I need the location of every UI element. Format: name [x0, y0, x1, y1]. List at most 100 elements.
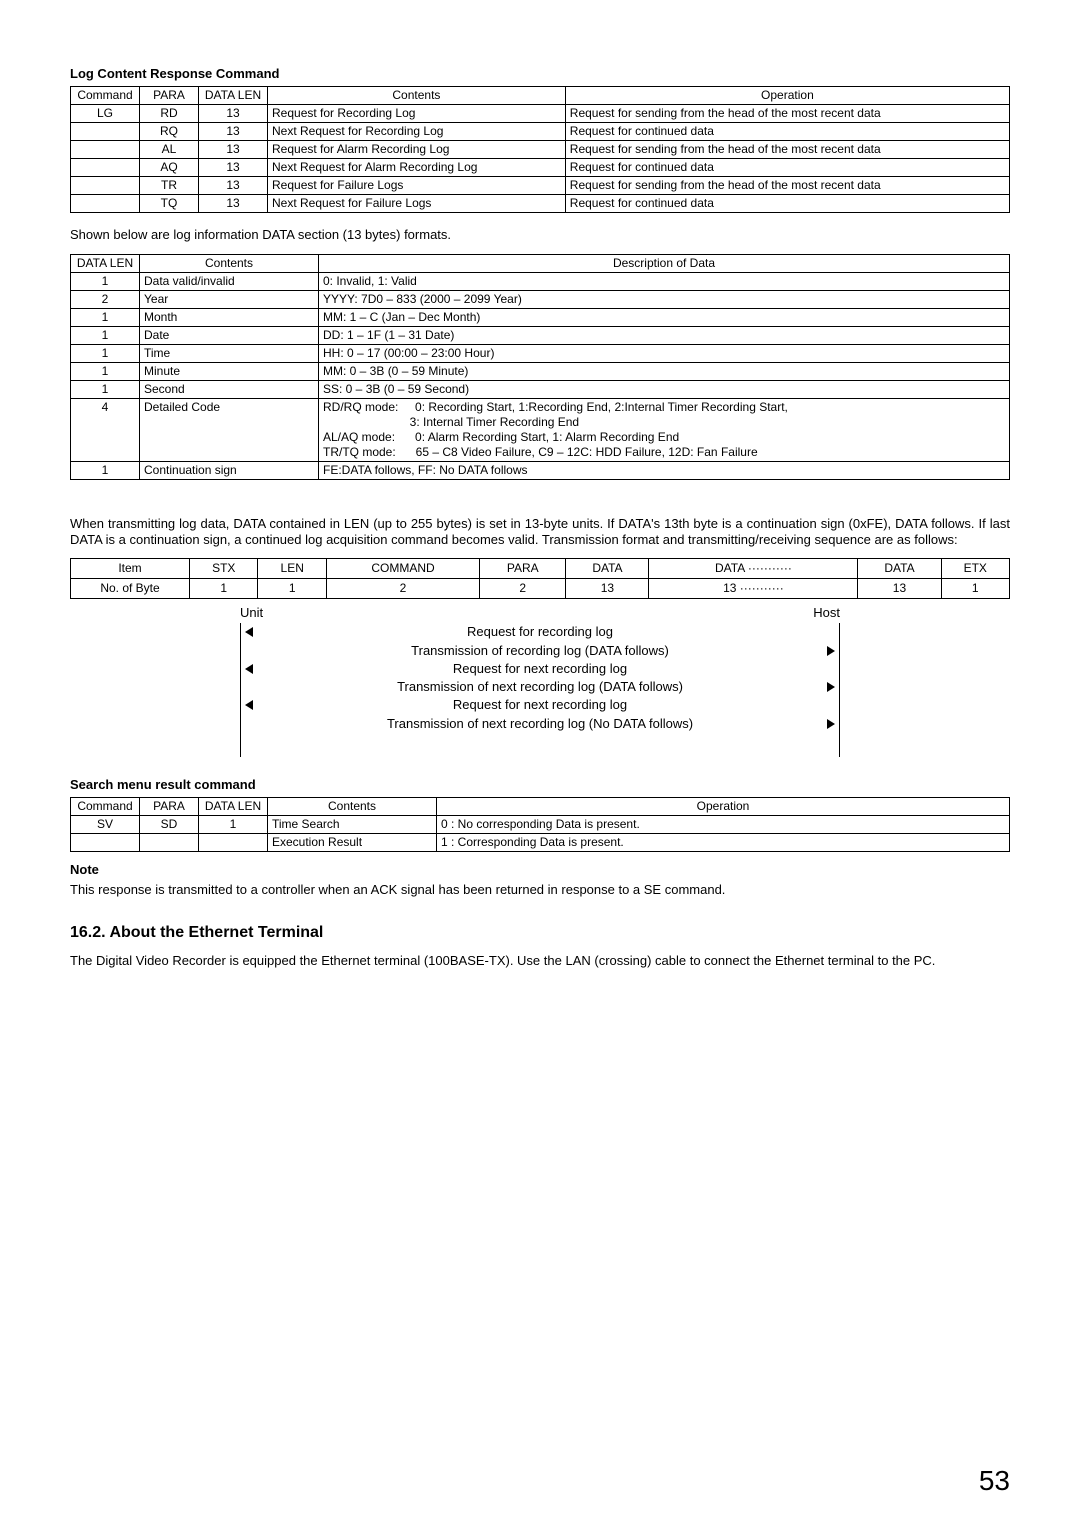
heading-ethernet: 16.2. About the Ethernet Terminal: [70, 923, 1010, 943]
table-data-section: DATA LEN Contents Description of Data 1D…: [70, 254, 1010, 480]
td: Execution Result: [268, 834, 437, 852]
td: No. of Byte: [71, 579, 190, 599]
table-packet: Item STX LEN COMMAND PARA DATA DATA ····…: [70, 558, 1010, 599]
td: 13: [199, 195, 268, 213]
para-ethernet: The Digital Video Recorder is equipped t…: [70, 953, 1010, 969]
td: Next Request for Alarm Recording Log: [268, 159, 566, 177]
td: 1: [71, 344, 140, 362]
heading-search-menu: Search menu result command: [70, 777, 1010, 793]
td: Request for sending from the head of the…: [565, 105, 1009, 123]
seq-label-unit: Unit: [240, 605, 263, 621]
td: [140, 834, 199, 852]
td: Next Request for Failure Logs: [268, 195, 566, 213]
td: 4: [71, 398, 140, 461]
th: DATA LEN: [71, 254, 140, 272]
td: COMMAND: [326, 559, 479, 579]
td: Time Search: [268, 816, 437, 834]
td: DATA: [566, 559, 649, 579]
td: AL: [140, 141, 199, 159]
seq-label-host: Host: [813, 605, 840, 621]
table-log-response: Command PARA DATA LEN Contents Operation…: [70, 86, 1010, 213]
note-text: This response is transmitted to a contro…: [70, 882, 1010, 898]
td: [71, 159, 140, 177]
td: [71, 177, 140, 195]
td: 1: [258, 579, 326, 599]
td: Time: [140, 344, 319, 362]
table-search-result: Command PARA DATA LEN Contents Operation…: [70, 797, 1010, 852]
heading-log-response: Log Content Response Command: [70, 66, 1010, 82]
td: 1: [941, 579, 1010, 599]
td: 0 : No corresponding Data is present.: [437, 816, 1010, 834]
td: 13: [199, 105, 268, 123]
td: Request for continued data: [565, 159, 1009, 177]
td: 13: [566, 579, 649, 599]
th: Contents: [268, 87, 566, 105]
th: Operation: [437, 798, 1010, 816]
th: PARA: [140, 87, 199, 105]
td: [71, 834, 140, 852]
td: 13: [199, 123, 268, 141]
page-number: 53: [979, 1463, 1010, 1498]
td: 13: [858, 579, 941, 599]
td: [71, 141, 140, 159]
td: 1: [71, 362, 140, 380]
td: RD/RQ mode: 0: Recording Start, 1:Record…: [319, 398, 1010, 461]
sequence-diagram: Unit Host Request for recording log Tran…: [240, 605, 840, 757]
seq-row: Transmission of next recording log (No D…: [241, 715, 839, 733]
th: DATA LEN: [199, 87, 268, 105]
td: DD: 1 – 1F (1 – 31 Date): [319, 326, 1010, 344]
td: Detailed Code: [140, 398, 319, 461]
td: 1: [71, 308, 140, 326]
td: 2: [326, 579, 479, 599]
th: Description of Data: [319, 254, 1010, 272]
td: TQ: [140, 195, 199, 213]
td: 1: [71, 380, 140, 398]
th: Command: [71, 798, 140, 816]
td: Date: [140, 326, 319, 344]
td: 13: [199, 159, 268, 177]
td: ETX: [941, 559, 1010, 579]
td: Continuation sign: [140, 461, 319, 479]
td: LEN: [258, 559, 326, 579]
td: 1 : Corresponding Data is present.: [437, 834, 1010, 852]
td: 1: [199, 816, 268, 834]
td: MM: 1 – C (Jan – Dec Month): [319, 308, 1010, 326]
para-transmission: When transmitting log data, DATA contain…: [70, 516, 1010, 549]
td: RQ: [140, 123, 199, 141]
seq-row: Request for next recording log: [241, 660, 839, 678]
td: Minute: [140, 362, 319, 380]
td: Request for continued data: [565, 195, 1009, 213]
td: MM: 0 – 3B (0 – 59 Minute): [319, 362, 1010, 380]
td: 1: [71, 326, 140, 344]
td: HH: 0 – 17 (00:00 – 23:00 Hour): [319, 344, 1010, 362]
td: Second: [140, 380, 319, 398]
td: PARA: [480, 559, 566, 579]
td: LG: [71, 105, 140, 123]
td: 1: [190, 579, 258, 599]
td: TR: [140, 177, 199, 195]
td: Data valid/invalid: [140, 272, 319, 290]
td: DATA ···········: [649, 559, 858, 579]
td: YYYY: 7D0 – 833 (2000 – 2099 Year): [319, 290, 1010, 308]
th: Command: [71, 87, 140, 105]
td: SV: [71, 816, 140, 834]
td: [71, 123, 140, 141]
td: Month: [140, 308, 319, 326]
td: 2: [480, 579, 566, 599]
td: 13 ···········: [649, 579, 858, 599]
td: DATA: [858, 559, 941, 579]
td: Item: [71, 559, 190, 579]
td: 2: [71, 290, 140, 308]
td: 1: [71, 461, 140, 479]
td: SD: [140, 816, 199, 834]
td: 13: [199, 177, 268, 195]
note-label: Note: [70, 862, 1010, 878]
td: Request for sending from the head of the…: [565, 177, 1009, 195]
td: Request for Alarm Recording Log: [268, 141, 566, 159]
seq-row: Transmission of recording log (DATA foll…: [241, 642, 839, 660]
td: STX: [190, 559, 258, 579]
td: [71, 195, 140, 213]
td: 13: [199, 141, 268, 159]
th: Contents: [268, 798, 437, 816]
td: Request for continued data: [565, 123, 1009, 141]
